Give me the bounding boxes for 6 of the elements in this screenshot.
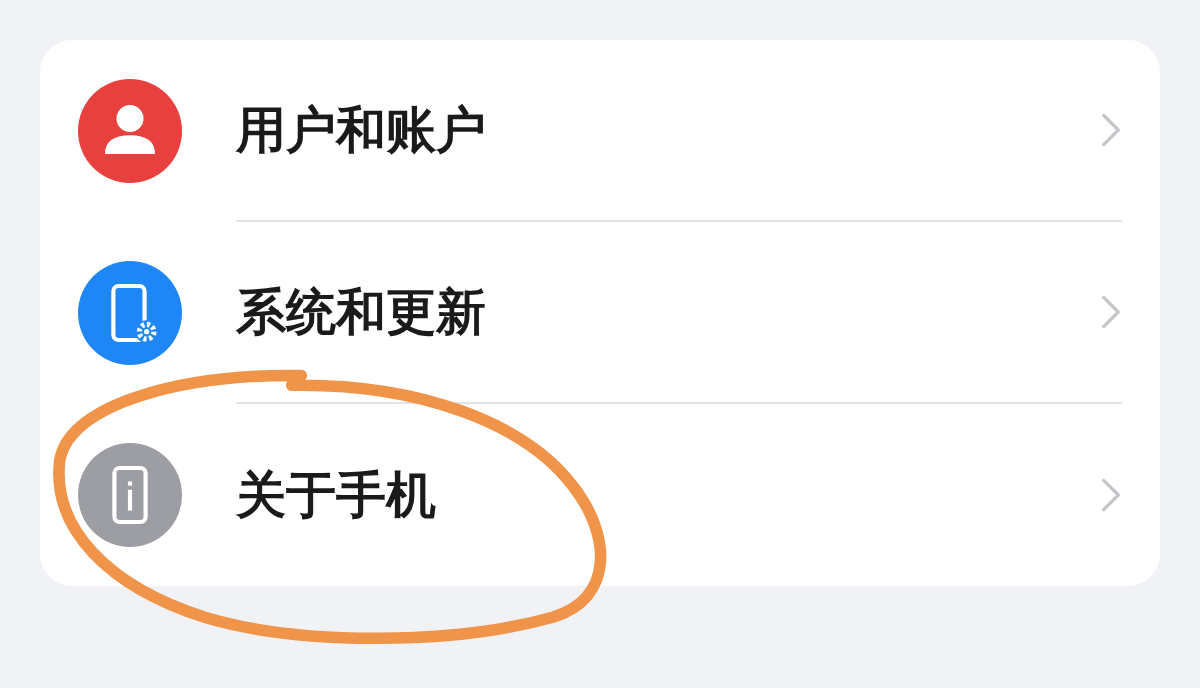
setting-label[interactable]: 系统和更新 (236, 278, 486, 346)
chevron-icon (1100, 476, 1122, 514)
setting-label[interactable]: 关于手机 (236, 461, 436, 529)
setting-label[interactable]: 用户和账户 (236, 96, 486, 164)
chevron-icon (1100, 293, 1122, 331)
chevron-icon (1100, 111, 1122, 149)
